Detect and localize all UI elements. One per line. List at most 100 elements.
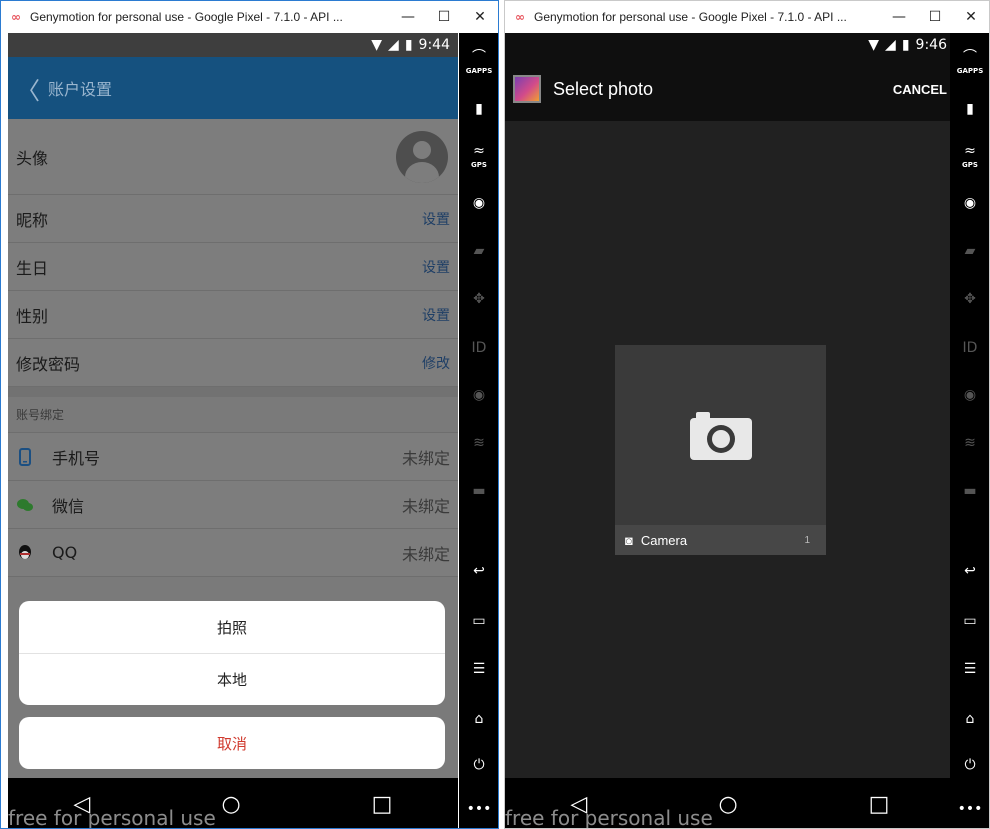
local-photo-option[interactable]: 本地 <box>19 653 445 705</box>
birthday-set-link[interactable]: 设置 <box>422 257 450 277</box>
gender-label: 性别 <box>16 306 49 326</box>
album-count: 1 <box>804 534 810 546</box>
gender-row[interactable]: 性别 设置 <box>8 291 458 339</box>
close-button[interactable]: ✕ <box>953 9 989 25</box>
window-title: Genymotion for personal use - Google Pix… <box>534 10 847 24</box>
battery-icon: ▮ <box>901 37 910 53</box>
change-password-row[interactable]: 修改密码 修改 <box>8 339 458 387</box>
capture-icon[interactable]: ▰ <box>459 241 498 261</box>
status-bar: ▼ ◢ ▮ 9:46 <box>505 33 955 57</box>
network-icon[interactable]: ◉ <box>950 385 989 405</box>
genymotion-logo-icon: ∞ <box>515 10 525 24</box>
nav-home-icon[interactable]: ○ <box>221 792 240 817</box>
network-icon[interactable]: ◉ <box>459 385 498 405</box>
genymotion-toolbar: ⌒ GAPPS ▮ ≈ GPS ◉ ▰ ✥ ID ◉ ≋ ▬ ↩ ▭ ☰ ⌂ ⏻ •… <box>950 33 989 828</box>
nav-back-icon[interactable]: ◁ <box>571 792 588 817</box>
id-icon[interactable]: ID <box>950 338 989 358</box>
avatar-row[interactable]: 头像 <box>8 119 458 195</box>
wechat-status: 未绑定 <box>401 496 450 516</box>
dpad-icon[interactable]: ✥ <box>459 289 498 309</box>
left-device-screen: ▼ ◢ ▮ 9:44 〈 账户设置 头像 昵称 设置 生日 设置 性别 设置 修… <box>8 33 458 828</box>
qq-icon <box>16 544 34 562</box>
select-photo-appbar: Select photo CANCEL <box>505 57 955 121</box>
rss-icon[interactable]: ≋ <box>459 433 498 453</box>
wifi-icon: ▼ <box>868 37 880 53</box>
birthday-row[interactable]: 生日 设置 <box>8 243 458 291</box>
album-grid: ◙ Camera 1 <box>505 121 955 778</box>
recent-tool-icon[interactable]: ▭ <box>950 611 989 631</box>
menu-tool-icon[interactable]: ☰ <box>950 659 989 679</box>
rss-icon[interactable]: ≋ <box>950 433 989 453</box>
gapps-icon[interactable]: ⌒ GAPPS <box>950 47 989 75</box>
gender-set-link[interactable]: 设置 <box>422 305 450 325</box>
gapps-icon[interactable]: ⌒ GAPPS <box>459 47 498 75</box>
qq-status: 未绑定 <box>401 544 450 564</box>
minimize-button[interactable]: — <box>390 9 426 25</box>
gps-icon[interactable]: ≈ GPS <box>459 141 498 169</box>
gallery-app-icon <box>513 75 541 103</box>
sms-icon[interactable]: ▬ <box>950 481 989 501</box>
phone-binding-row[interactable]: 手机号 未绑定 <box>8 433 458 481</box>
camera-tool-icon[interactable]: ◉ <box>459 193 498 213</box>
home-tool-icon[interactable]: ⌂ <box>459 709 498 729</box>
nav-recents-icon[interactable]: □ <box>372 792 393 817</box>
left-emulator-window: ∞ Genymotion for personal use - Google P… <box>0 0 499 829</box>
window-title: Genymotion for personal use - Google Pix… <box>30 10 343 24</box>
close-button[interactable]: ✕ <box>462 9 498 25</box>
camera-album-tile[interactable]: ◙ Camera 1 <box>615 345 826 555</box>
recent-tool-icon[interactable]: ▭ <box>459 611 498 631</box>
back-arrow-icon[interactable]: 〈 <box>8 71 48 106</box>
nav-back-icon[interactable]: ◁ <box>74 792 91 817</box>
android-nav-bar: ◁ ○ □ <box>8 778 458 828</box>
change-password-link[interactable]: 修改 <box>422 353 450 373</box>
small-camera-icon: ◙ <box>625 532 633 548</box>
left-titlebar[interactable]: ∞ Genymotion for personal use - Google P… <box>1 1 498 33</box>
back-tool-icon[interactable]: ↩ <box>950 561 989 581</box>
nav-recents-icon[interactable]: □ <box>869 792 890 817</box>
cancel-option[interactable]: 取消 <box>19 717 445 769</box>
status-time: 9:46 <box>915 37 947 53</box>
album-caption: ◙ Camera 1 <box>615 525 826 555</box>
gps-icon[interactable]: ≈ GPS <box>950 141 989 169</box>
cancel-button[interactable]: CANCEL <box>893 82 947 97</box>
signal-icon: ◢ <box>388 37 399 53</box>
android-nav-bar: ◁ ○ □ <box>505 778 955 828</box>
nickname-set-link[interactable]: 设置 <box>422 209 450 229</box>
maximize-button[interactable]: ☐ <box>917 9 953 25</box>
nickname-row[interactable]: 昵称 设置 <box>8 195 458 243</box>
right-titlebar[interactable]: ∞ Genymotion for personal use - Google P… <box>505 1 989 33</box>
back-tool-icon[interactable]: ↩ <box>459 561 498 581</box>
id-icon[interactable]: ID <box>459 338 498 358</box>
battery-tool-icon[interactable]: ▮ <box>950 99 989 119</box>
wechat-binding-row[interactable]: 微信 未绑定 <box>8 481 458 529</box>
camera-tool-icon[interactable]: ◉ <box>950 193 989 213</box>
take-photo-option[interactable]: 拍照 <box>19 601 445 653</box>
change-password-label: 修改密码 <box>16 354 81 374</box>
qq-label: QQ <box>52 543 78 562</box>
maximize-button[interactable]: ☐ <box>426 9 462 25</box>
right-device-screen: ▼ ◢ ▮ 9:46 Select photo CANCEL ◙ Camera <box>505 33 955 828</box>
nav-home-icon[interactable]: ○ <box>718 792 737 817</box>
dpad-icon[interactable]: ✥ <box>950 289 989 309</box>
menu-tool-icon[interactable]: ☰ <box>459 659 498 679</box>
more-icon[interactable]: ••• <box>459 799 498 819</box>
home-tool-icon[interactable]: ⌂ <box>950 709 989 729</box>
avatar-label: 头像 <box>16 148 49 168</box>
page-title: Select photo <box>553 78 654 99</box>
power-icon[interactable]: ⏻ <box>950 755 989 775</box>
more-icon[interactable]: ••• <box>950 799 989 819</box>
battery-icon: ▮ <box>404 37 413 53</box>
avatar[interactable] <box>396 130 448 183</box>
account-binding-header: 账号绑定 <box>8 397 458 433</box>
wechat-label: 微信 <box>52 496 85 516</box>
battery-tool-icon[interactable]: ▮ <box>459 99 498 119</box>
photo-action-sheet: 拍照 本地 <box>19 601 445 705</box>
qq-binding-row[interactable]: QQ 未绑定 <box>8 529 458 577</box>
cancel-sheet: 取消 <box>19 717 445 769</box>
right-emulator-window: ∞ Genymotion for personal use - Google P… <box>504 0 990 829</box>
wechat-icon <box>16 496 34 514</box>
power-icon[interactable]: ⏻ <box>459 755 498 775</box>
capture-icon[interactable]: ▰ <box>950 241 989 261</box>
sms-icon[interactable]: ▬ <box>459 481 498 501</box>
minimize-button[interactable]: — <box>881 9 917 25</box>
